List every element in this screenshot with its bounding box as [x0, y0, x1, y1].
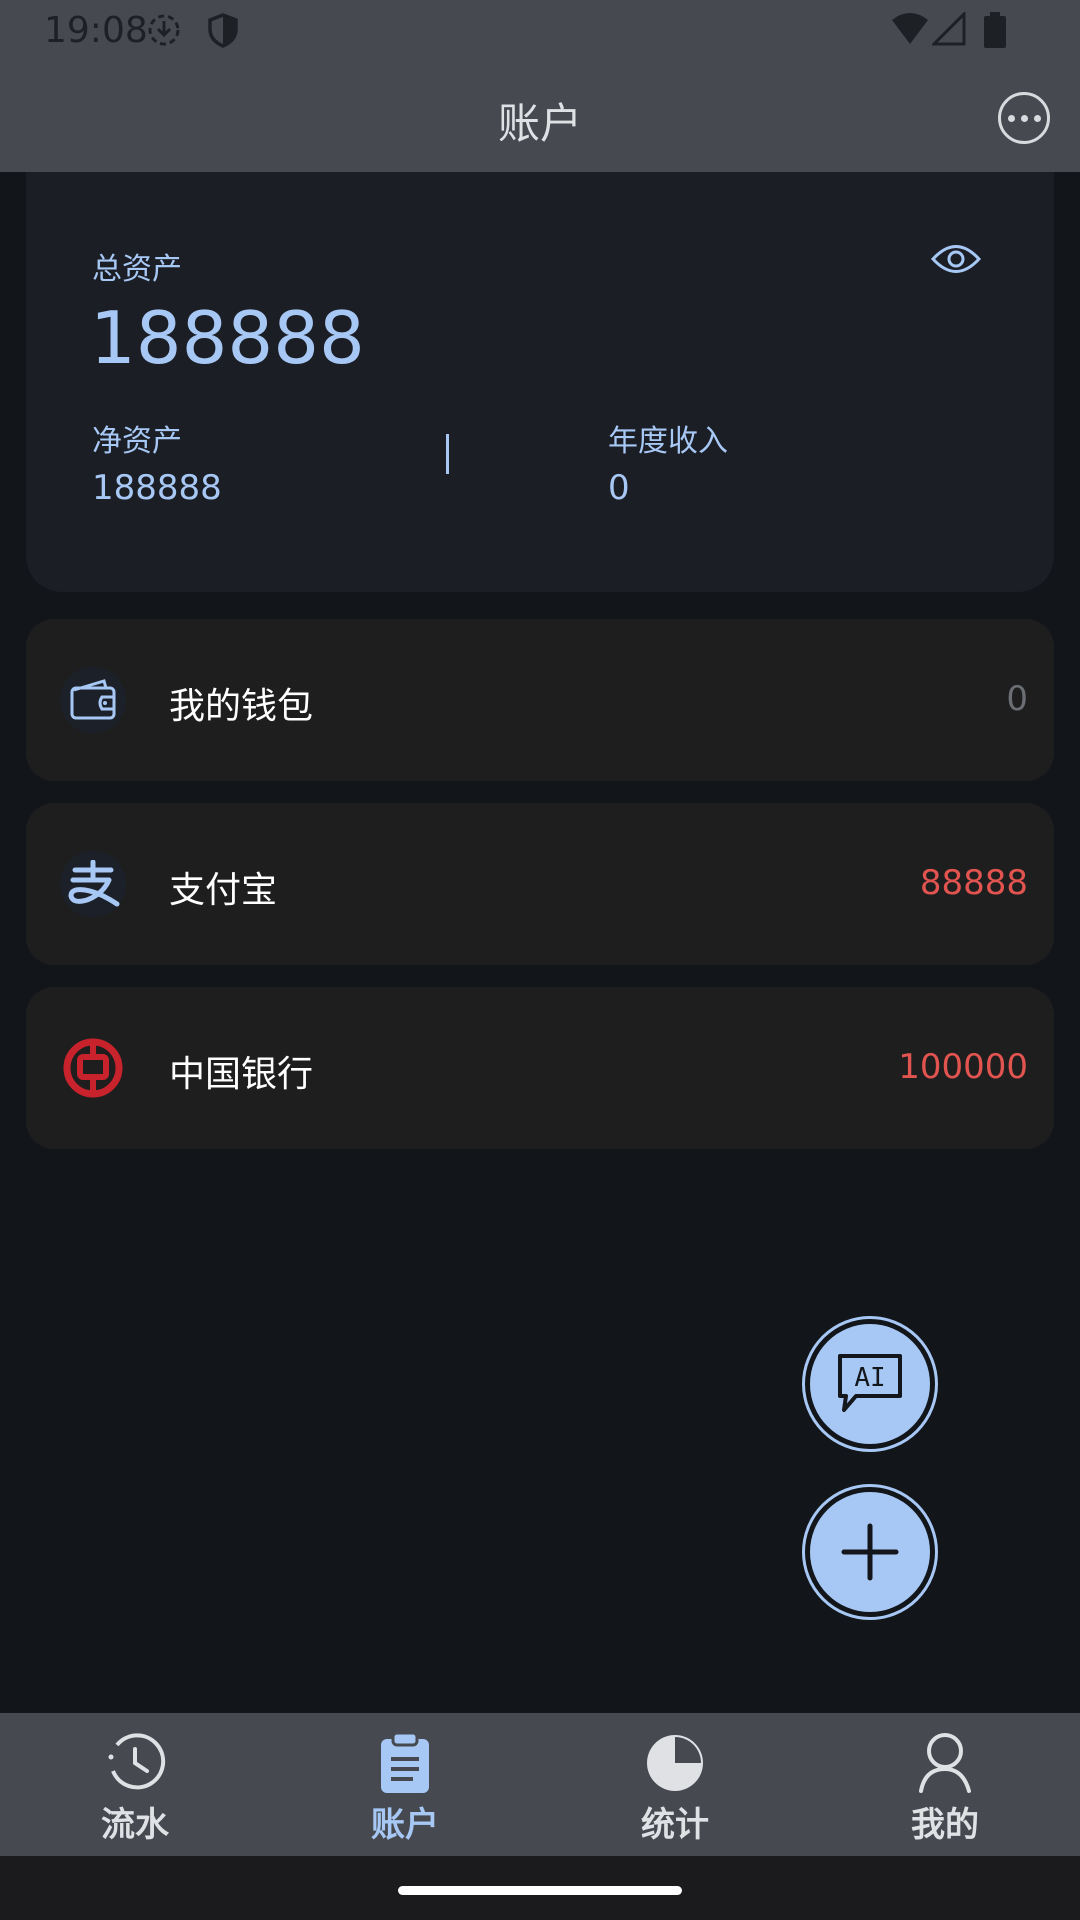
- home-gesture-bar[interactable]: [398, 1886, 682, 1895]
- alipay-icon: [60, 851, 126, 917]
- wifi-icon: [890, 12, 930, 50]
- account-item-alipay[interactable]: 支付宝 88888: [26, 803, 1054, 965]
- gesture-area: [0, 1856, 1080, 1920]
- account-amount: 0: [1006, 679, 1028, 719]
- account-name: 我的钱包: [169, 686, 314, 727]
- more-dot: [1033, 114, 1041, 122]
- nav-label: 我的: [911, 1805, 979, 1845]
- ai-assistant-button[interactable]: AI: [802, 1316, 938, 1452]
- battery-icon: [984, 12, 1006, 52]
- nav-label: 账户: [371, 1805, 439, 1845]
- ai-chat-icon: AI: [838, 1354, 902, 1412]
- more-options-button[interactable]: [998, 92, 1050, 144]
- add-record-button[interactable]: [802, 1484, 938, 1620]
- download-icon: [146, 12, 182, 52]
- status-time: 19:08: [44, 10, 148, 51]
- account-item-wallet[interactable]: 我的钱包 0: [26, 619, 1054, 781]
- total-assets-label: 总资产: [92, 252, 182, 287]
- clipboard-icon: [381, 1731, 429, 1793]
- account-name: 中国银行: [169, 1054, 314, 1095]
- nav-item-me[interactable]: 我的: [810, 1713, 1080, 1856]
- annual-income-label: 年度收入: [608, 424, 728, 459]
- nav-item-stats[interactable]: 统计: [540, 1713, 810, 1856]
- bank-of-china-icon: [60, 1035, 126, 1101]
- signal-icon: [930, 10, 966, 50]
- nav-item-flow[interactable]: 流水: [0, 1713, 270, 1856]
- status-bar: 19:08: [0, 0, 1080, 64]
- clock-history-icon: [107, 1733, 166, 1790]
- net-assets-value: 188888: [92, 468, 222, 508]
- nav-item-accounts[interactable]: 账户: [270, 1713, 540, 1856]
- shield-icon: [206, 12, 240, 52]
- account-amount: 100000: [898, 1047, 1028, 1087]
- net-assets-label: 净资产: [92, 424, 182, 459]
- wallet-icon: [60, 667, 126, 733]
- account-amount: 88888: [919, 863, 1028, 903]
- person-icon: [919, 1733, 971, 1793]
- asset-summary-card: 总资产 188888 净资产 188888 年度收入 0: [26, 172, 1054, 592]
- page-title: 账户: [497, 99, 582, 148]
- ai-label: AI: [854, 1363, 885, 1393]
- eye-icon[interactable]: [930, 242, 982, 280]
- pie-chart-icon: [647, 1735, 703, 1791]
- summary-divider: [446, 434, 449, 474]
- annual-income-value: 0: [608, 468, 630, 508]
- plus-icon: [841, 1523, 899, 1581]
- nav-label: 统计: [641, 1805, 709, 1845]
- more-horizontal-icon: [1007, 114, 1015, 122]
- account-name: 支付宝: [169, 870, 278, 911]
- account-item-bank-of-china[interactable]: 中国银行 100000: [26, 987, 1054, 1149]
- nav-label: 流水: [101, 1805, 169, 1845]
- bottom-navigation: 流水 账户 统计 我的: [0, 1713, 1080, 1856]
- total-assets-value: 188888: [90, 296, 365, 380]
- app-bar: 账户: [0, 64, 1080, 172]
- more-dot: [1020, 114, 1028, 122]
